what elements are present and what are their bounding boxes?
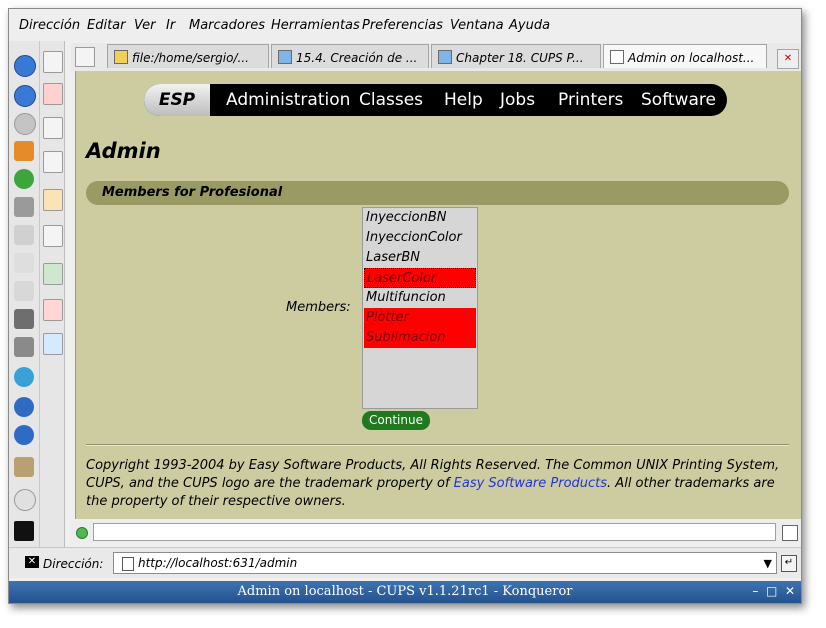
menu-ver[interactable]: Ver [134, 18, 155, 33]
history-icon[interactable] [43, 151, 63, 173]
footer-link[interactable]: Easy Software Products [454, 476, 607, 491]
download-icon[interactable] [14, 489, 36, 511]
web-page-icon [438, 50, 452, 64]
home-icon[interactable] [14, 141, 34, 161]
tab-creacion[interactable]: 15.4. Creación de ... [271, 44, 429, 68]
esp-logo[interactable]: ESP [144, 84, 210, 116]
print-frame-icon[interactable] [14, 337, 34, 357]
nav-printers[interactable]: Printers [558, 90, 623, 110]
section-header-label: Members for Profesional [102, 185, 283, 200]
tab-admin[interactable]: Admin on localhost... [603, 44, 767, 68]
new-tab-icon[interactable] [75, 47, 95, 67]
member-option-selected[interactable]: Plotter [364, 308, 476, 328]
page-title: Admin [86, 139, 161, 163]
members-label: Members: [286, 300, 351, 315]
main-toolbar [9, 41, 40, 547]
home-folder-icon[interactable] [43, 189, 63, 211]
view-status-icon [76, 527, 88, 539]
member-option[interactable]: InyeccionBN [364, 208, 476, 228]
throbber-icon [14, 521, 34, 541]
nav-administration[interactable]: Administration [226, 90, 350, 110]
url-input[interactable]: http://localhost:631/admin ▼ [113, 552, 777, 574]
konqueror-window: Dirección Editar Ver Ir Marcadores Herra… [8, 8, 802, 604]
tab-label: Chapter 18. CUPS P... [456, 51, 584, 65]
page-content: ESP Administration Classes Help Jobs Pri… [75, 71, 801, 519]
cups-navbar: ESP Administration Classes Help Jobs Pri… [144, 84, 727, 116]
status-field [93, 523, 776, 541]
status-bar [71, 521, 801, 543]
window-controls: – □ ✕ [752, 584, 795, 598]
sidebar-bookmark-icon[interactable] [43, 51, 63, 73]
nav-jobs[interactable]: Jobs [500, 90, 535, 110]
link-view-checkbox[interactable] [782, 525, 798, 541]
forward-icon[interactable] [14, 113, 36, 135]
document-icon [122, 557, 134, 571]
paste-icon[interactable] [14, 281, 34, 301]
zoom-out-icon[interactable] [14, 425, 34, 445]
security-icon[interactable] [14, 367, 34, 387]
menu-herramientas[interactable]: Herramientas [271, 18, 360, 33]
print-icon[interactable] [14, 309, 34, 329]
close-tab-icon[interactable]: ✕ [777, 49, 799, 69]
member-option[interactable]: InyeccionColor [364, 228, 476, 248]
go-icon[interactable]: ↵ [781, 555, 797, 572]
cut-icon[interactable] [14, 225, 34, 245]
sidebar-news-icon[interactable] [43, 333, 63, 355]
up-icon[interactable] [14, 55, 36, 77]
chevron-down-icon[interactable]: ▼ [764, 557, 772, 570]
menu-marcadores[interactable]: Marcadores [189, 18, 265, 33]
window-titlebar[interactable]: Admin on localhost - CUPS v1.1.21rc1 - K… [9, 581, 801, 603]
menu-editar[interactable]: Editar [87, 18, 126, 33]
menu-ir[interactable]: Ir [166, 18, 175, 33]
menu-ventana[interactable]: Ventana [450, 18, 504, 33]
url-text: http://localhost:631/admin [138, 556, 298, 570]
nav-classes[interactable]: Classes [359, 90, 423, 110]
folder-icon [114, 50, 128, 64]
zoom-in-icon[interactable] [14, 397, 34, 417]
member-option[interactable]: Multifuncion [364, 288, 476, 308]
tab-chapter-18[interactable]: Chapter 18. CUPS P... [431, 44, 601, 68]
members-listbox[interactable]: InyeccionBN InyeccionColor LaserBN Laser… [362, 207, 478, 409]
member-option-selected[interactable]: LaserColor [364, 268, 476, 288]
window-title: Admin on localhost - CUPS v1.1.21rc1 - K… [237, 584, 573, 599]
location-toolbar: ✕ Dirección: http://localhost:631/admin … [9, 547, 801, 578]
menu-preferencias[interactable]: Preferencias [362, 18, 443, 33]
menu-ayuda[interactable]: Ayuda [509, 18, 550, 33]
tab-label: Admin on localhost... [628, 51, 755, 65]
tab-label: 15.4. Creación de ... [296, 51, 418, 65]
copy-icon[interactable] [14, 253, 34, 273]
devices-icon[interactable] [43, 225, 63, 247]
minimize-icon[interactable]: – [752, 584, 758, 598]
sidebar-toolbar [40, 41, 65, 547]
close-icon[interactable]: ✕ [785, 584, 795, 598]
lock-icon[interactable] [14, 457, 34, 477]
maximize-icon[interactable]: □ [766, 584, 777, 598]
services-icon[interactable] [43, 117, 63, 139]
divider [86, 444, 789, 446]
tab-bar: file:/home/sergio/... 15.4. Creación de … [71, 43, 801, 71]
network-icon[interactable] [43, 263, 63, 285]
reload-icon[interactable] [14, 169, 34, 189]
location-label: Dirección: [43, 557, 104, 571]
tab-label: file:/home/sergio/... [132, 51, 249, 65]
back-icon[interactable] [14, 85, 36, 107]
root-folder-icon[interactable] [43, 299, 63, 321]
copyright-footer: Copyright 1993-2004 by Easy Software Pro… [86, 457, 796, 511]
tab-file[interactable]: file:/home/sergio/... [107, 44, 269, 68]
clear-location-icon[interactable]: ✕ [25, 556, 39, 568]
favorites-icon[interactable] [43, 83, 63, 105]
nav-software[interactable]: Software [641, 90, 716, 110]
web-page-icon [278, 50, 292, 64]
section-header: Members for Profesional [86, 181, 789, 205]
stop-icon[interactable] [14, 197, 34, 217]
menu-direccion[interactable]: Dirección [19, 18, 80, 33]
document-icon [610, 50, 624, 64]
nav-help[interactable]: Help [444, 90, 483, 110]
continue-button[interactable]: Continue [362, 411, 430, 430]
member-option-selected[interactable]: Sublimacion [364, 328, 476, 348]
menubar: Dirección Editar Ver Ir Marcadores Herra… [9, 9, 801, 41]
member-option[interactable]: LaserBN [364, 248, 476, 268]
